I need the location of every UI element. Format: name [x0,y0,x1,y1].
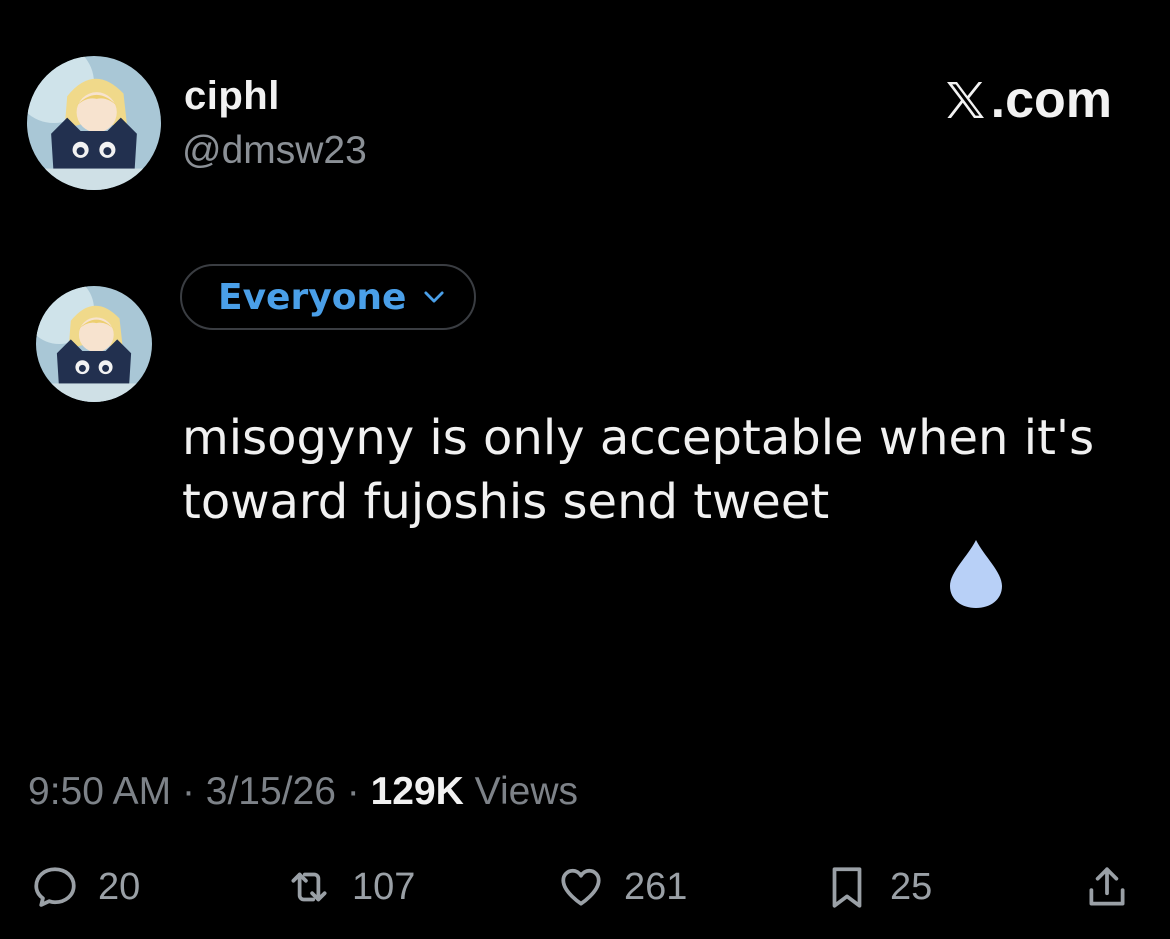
meta-separator: · [346,770,360,813]
chevron-down-icon [424,291,445,303]
meta-separator: · [181,770,195,813]
site-label: .com [990,71,1112,129]
views-count: 129K [370,770,464,813]
author-handle[interactable]: @dmsw23 [182,128,367,174]
reply-button[interactable]: 20 [30,862,140,912]
repost-icon [291,872,327,902]
author-avatar[interactable] [27,56,161,190]
site-mark: .com [941,70,1112,130]
audience-label: Everyone [218,276,407,318]
like-count: 261 [624,865,688,908]
water-drop-icon [950,540,1002,608]
audience-selector-button[interactable]: Everyone [180,264,476,330]
tweet-meta: 9:50 AM · 3/15/26 · 129K Views [28,768,578,816]
x-logo-icon [946,82,984,118]
tweet-date: 3/15/26 [205,770,336,813]
anime-avatar-icon [27,56,161,190]
tweet-time: 9:50 AM [28,770,172,813]
repost-count: 107 [352,865,416,908]
repost-button[interactable]: 107 [284,862,415,912]
anime-avatar-icon [36,286,152,402]
reply-icon [34,867,76,907]
composer-avatar [36,286,152,402]
like-button[interactable]: 261 [556,862,687,912]
tweet-text[interactable]: misogyny is only acceptable when it's to… [182,406,1122,534]
share-icon [1089,867,1125,906]
bookmark-button[interactable]: 25 [822,862,932,912]
bookmark-count: 25 [890,865,933,908]
views-label: Views [474,770,578,813]
bookmark-icon [832,867,862,908]
share-button[interactable] [1082,862,1150,912]
author-display-name[interactable]: ciphl [184,72,280,120]
reply-count: 20 [98,865,141,908]
heart-icon [561,868,601,906]
